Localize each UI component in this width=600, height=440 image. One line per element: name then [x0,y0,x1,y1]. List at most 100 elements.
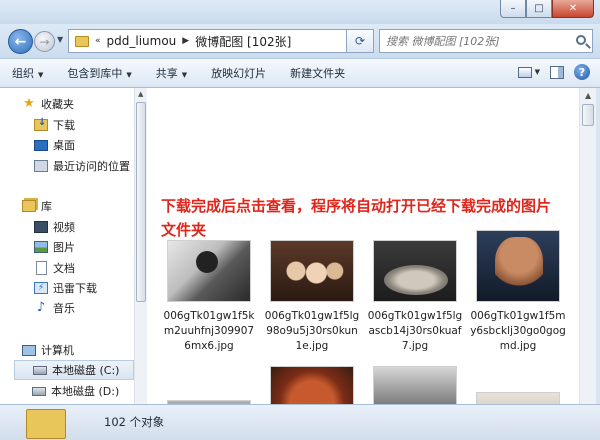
computer-icon [22,344,36,356]
sidebar-item-computer[interactable]: 计算机 [22,340,134,360]
file-tile[interactable]: 006gTk01gw1f5lg98o9u5j30rs0kun1e.jpg [264,240,360,354]
share-menu[interactable]: 共享 ▼ [144,65,199,81]
sidebar-item-libraries[interactable]: 库 [22,196,134,216]
scrollbar-thumb[interactable] [582,104,594,126]
include-in-library-menu[interactable]: 包含到库中 ▼ [55,65,143,81]
file-name: 006gTk01gw1f5lg98o9u5j30rs0kun1e.jpg [264,310,360,352]
sidebar-item-label: 收藏夹 [41,98,74,111]
scroll-up-icon[interactable]: ▲ [138,90,143,98]
file-tile[interactable]: 006gTk01gw1f5lgascb14j30rs0kuaf7.jpg [367,240,463,354]
sidebar-item-desktop[interactable]: 桌面 [34,135,134,155]
image-thumbnail [476,230,560,302]
sidebar-item-videos[interactable]: 视频 [34,217,134,237]
sidebar-item-label: 桌面 [53,139,75,152]
search-icon[interactable] [576,35,586,45]
file-tile[interactable]: 006gTk01gw1f5km2uuhfnj3099076mx6.jpg [161,240,257,354]
include-in-library-label: 包含到库中 [67,67,123,80]
item-count: 102 个对象 [104,415,165,429]
sidebar-item-downloads[interactable]: 下载 [34,115,134,135]
sidebar-item-label: 视频 [53,221,75,234]
image-thumbnail [476,392,560,404]
file-name: 006gTk01gw1f5km2uuhfnj3099076mx6.jpg [163,310,255,352]
close-button[interactable]: ✕ [552,0,594,18]
file-name: 006gTk01gw1f5my6sbcklj30go0gogmd.jpg [470,310,566,352]
refresh-icon: ⟳ [354,34,366,48]
breadcrumb-separator-icon[interactable]: ▶ [180,36,191,46]
sidebar-item-label: 本地磁盘 (D:) [51,385,120,398]
organize-menu[interactable]: 组织 ▼ [0,65,55,81]
library-icon [22,200,36,212]
document-icon [36,261,47,275]
sidebar-item-recent[interactable]: 最近访问的位置 [34,156,134,176]
slideshow-button[interactable]: 放映幻灯片 [199,65,278,81]
address-bar[interactable]: « pdd_liumou ▶ 微博配图 [102张] ▼ [68,29,373,53]
image-thumbnail [373,240,457,302]
sidebar-item-label: 计算机 [41,344,74,357]
sidebar-item-label: 图片 [53,241,75,254]
sidebar-item-favorites[interactable]: ★ 收藏夹 [22,94,134,114]
maximize-icon: □ [534,3,544,14]
image-thumbnail [167,240,251,302]
scroll-up-icon[interactable]: ▲ [585,91,591,100]
image-thumbnail [270,366,354,404]
chevron-down-icon: ▼ [181,71,188,79]
breadcrumb-overflow-icon[interactable]: « [93,36,103,46]
downloads-folder-icon [34,117,48,131]
music-icon: ♪ [36,300,46,315]
pictures-icon [34,241,48,253]
file-list-area[interactable]: 下载完成后点击查看，程序将自动打开已经下载完成的图片文件夹 006gTk01gw… [147,88,579,404]
command-bar: 组织 ▼ 包含到库中 ▼ 共享 ▼ 放映幻灯片 新建文件夹 ▼ ? [0,58,600,88]
image-thumbnail [373,366,457,404]
help-icon[interactable]: ? [574,64,590,80]
image-thumbnail [270,240,354,302]
refresh-button[interactable]: ⟳ [346,29,374,53]
desktop-icon [34,139,48,151]
share-label: 共享 [155,67,178,80]
sidebar-item-music[interactable]: ♪ 音乐 [34,298,134,318]
search-box[interactable] [379,29,593,53]
change-view-icon[interactable] [517,66,532,78]
new-folder-button[interactable]: 新建文件夹 [278,65,357,81]
scrollbar-thumb[interactable] [136,102,146,302]
folder-icon [26,409,66,439]
search-input[interactable] [386,34,566,48]
file-tile[interactable]: 006gTk01gw1f5my6sbcklj30go0gogmd.jpg [470,230,566,354]
sidebar-item-thunder-downloads[interactable]: ⚡ 迅雷下载 [34,278,134,298]
file-tile[interactable] [367,366,463,404]
back-button[interactable]: ← [8,29,33,54]
sidebar-item-disk-c[interactable]: 本地磁盘 (C:) [14,360,134,380]
sidebar-item-pictures[interactable]: 图片 [34,237,134,257]
navigation-scrollbar[interactable]: ▲ [134,88,147,404]
sidebar-item-disk-d[interactable]: 本地磁盘 (D:) [32,381,134,401]
sidebar-item-label: 迅雷下载 [53,282,97,295]
minimize-button[interactable]: – [500,0,526,18]
address-row: ← → ▼ « pdd_liumou ▶ 微博配图 [102张] ▼ ⟳ [0,24,600,58]
title-bar: – □ ✕ [0,0,600,24]
star-icon: ★ [23,96,35,111]
chevron-down-icon: ▼ [126,71,132,79]
chevron-down-icon: ▼ [38,71,44,79]
breadcrumb-weibo-pics[interactable]: 微博配图 [102张] [191,33,295,50]
thunder-icon: ⚡ [34,282,48,294]
folder-icon [75,35,89,47]
recent-pages-dropdown[interactable]: ▼ [57,35,63,44]
back-arrow-icon: ← [14,33,27,50]
breadcrumb-pdd-liumou[interactable]: pdd_liumou [103,34,181,48]
sidebar-item-documents[interactable]: 文档 [34,258,134,278]
sidebar-item-label: 音乐 [53,302,75,315]
file-tile[interactable] [470,392,566,404]
sidebar-item-label: 下载 [53,119,75,132]
close-icon: ✕ [568,3,578,14]
sidebar-item-label: 本地磁盘 (C:) [52,364,120,377]
content-scrollbar[interactable]: ▲ [579,88,596,404]
maximize-button[interactable]: □ [526,0,552,18]
sidebar-item-label: 最近访问的位置 [53,160,130,173]
hard-drive-icon [32,386,46,396]
file-tile[interactable] [264,366,360,404]
hard-drive-icon [33,365,47,375]
new-folder-label: 新建文件夹 [290,67,346,80]
views-dropdown-icon[interactable]: ▼ [535,68,540,76]
video-icon [34,221,48,233]
preview-pane-icon[interactable] [550,65,564,79]
forward-button[interactable]: → [34,31,55,52]
